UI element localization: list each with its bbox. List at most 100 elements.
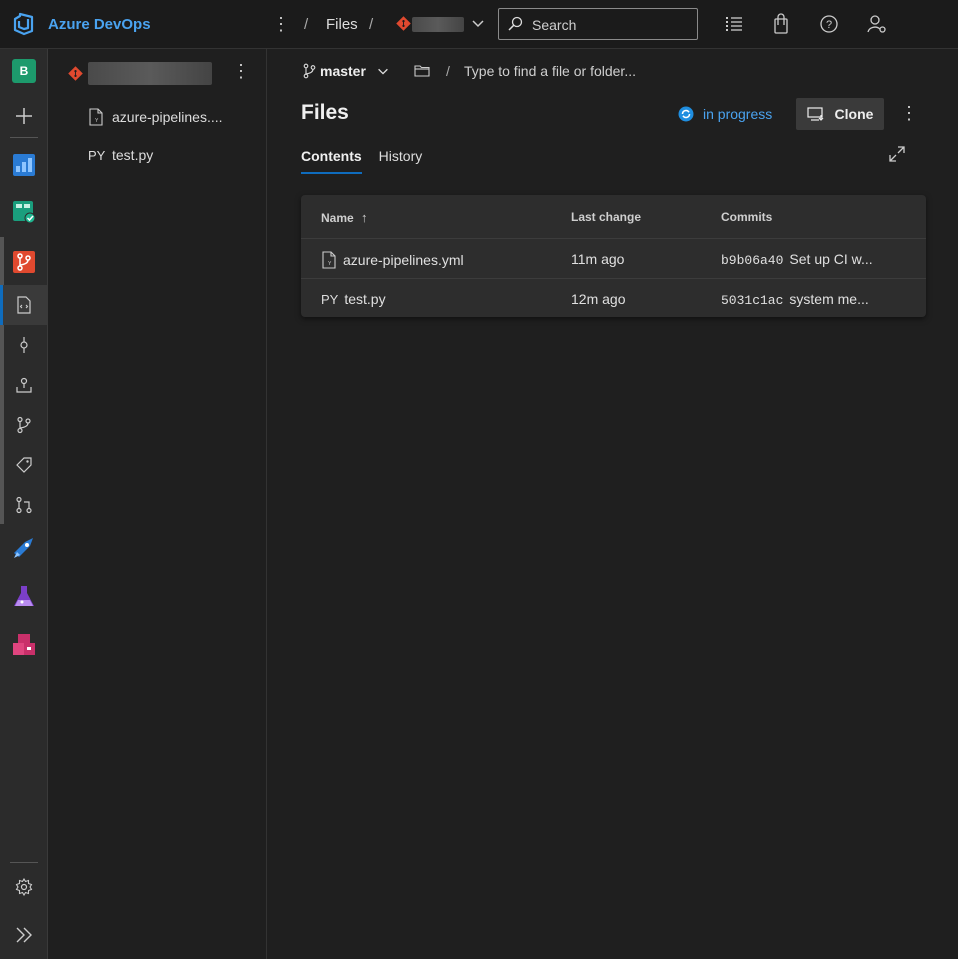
tab-bar: Contents History: [301, 148, 439, 174]
file-code-icon: [17, 296, 31, 314]
rail-divider: [10, 862, 38, 863]
clone-button[interactable]: Clone: [796, 98, 884, 130]
repo-name-redacted[interactable]: [88, 62, 212, 85]
project-initial: B: [12, 59, 36, 83]
file-tree-panel: ⋮ Y azure-pipelines.... PY test.py: [48, 49, 267, 959]
nav-tags[interactable]: [0, 445, 48, 485]
brand-name[interactable]: Azure DevOps: [48, 16, 151, 33]
top-bar: Azure DevOps ⋮ / Files / Search ?: [0, 0, 958, 49]
pipelines-icon: [14, 538, 33, 558]
git-repo-icon: [68, 66, 83, 81]
tree-item-label: test.py: [112, 147, 154, 163]
commit-message: Set up CI w...: [789, 251, 873, 267]
repo-name-redacted[interactable]: [412, 17, 464, 32]
artifacts-icon: [13, 634, 35, 655]
path-separator: /: [446, 63, 450, 79]
nav-artifacts[interactable]: [0, 625, 48, 665]
breadcrumb-more-icon[interactable]: ⋮: [272, 12, 290, 36]
commit-cell[interactable]: 5031c1ac system me...: [721, 291, 911, 308]
nav-pushes[interactable]: [0, 365, 48, 405]
azure-devops-logo-icon[interactable]: [12, 12, 36, 36]
column-name-label: Name: [321, 211, 354, 225]
nav-pull-requests[interactable]: [0, 485, 48, 525]
breadcrumb-files[interactable]: Files: [326, 16, 358, 33]
file-name: azure-pipelines.yml: [343, 252, 464, 268]
commit-hash[interactable]: b9b06a40: [721, 253, 783, 268]
fullscreen-expand-icon[interactable]: [888, 145, 906, 163]
rail-divider: [10, 137, 38, 138]
branch-selector[interactable]: master: [302, 63, 390, 79]
file-name-cell[interactable]: PY test.py: [321, 291, 386, 307]
overview-icon: [13, 154, 35, 176]
push-icon: [16, 377, 32, 393]
files-table: Name ↑ Last change Commits Y azure-pipel…: [301, 195, 926, 317]
tab-history[interactable]: History: [379, 148, 423, 174]
commit-hash[interactable]: 5031c1ac: [721, 293, 783, 308]
last-change-cell: 12m ago: [571, 291, 626, 307]
commit-cell[interactable]: b9b06a40 Set up CI w...: [721, 251, 911, 268]
nav-test-plans[interactable]: [0, 577, 48, 617]
table-row[interactable]: PY test.py 12m ago 5031c1ac system me...: [301, 280, 926, 319]
page-title: Files: [301, 101, 349, 124]
marketplace-bag-icon[interactable]: [770, 13, 792, 35]
project-avatar[interactable]: B: [0, 51, 48, 91]
yaml-file-icon: Y: [321, 251, 337, 269]
repo-more-icon[interactable]: ⋮: [232, 61, 250, 82]
python-file-icon: PY: [321, 291, 339, 307]
table-row[interactable]: Y azure-pipelines.yml 11m ago b9b06a40 Se…: [301, 240, 926, 279]
expand-rail-button[interactable]: [0, 915, 48, 955]
repos-icon: [13, 251, 35, 273]
gear-icon: [15, 878, 33, 896]
yaml-file-icon: Y: [88, 108, 108, 126]
pipeline-status[interactable]: in progress: [678, 106, 772, 122]
svg-text:?: ?: [826, 19, 832, 31]
branch-icon: [303, 63, 316, 79]
in-progress-icon: [678, 106, 694, 122]
tag-icon: [16, 457, 32, 473]
main-content: master / Type to find a file or folder..…: [268, 49, 958, 959]
column-header-commits[interactable]: Commits: [721, 210, 772, 224]
boards-icon: [13, 201, 36, 224]
commit-message: system me...: [789, 291, 869, 307]
column-header-last-change[interactable]: Last change: [571, 210, 641, 224]
double-chevron-right-icon: [16, 927, 32, 943]
last-change-cell: 11m ago: [571, 251, 625, 267]
clone-label: Clone: [834, 106, 874, 122]
file-name-cell[interactable]: Y azure-pipelines.yml: [321, 251, 464, 269]
branch-icon: [17, 416, 31, 434]
nav-boards[interactable]: [0, 192, 48, 232]
new-item-button[interactable]: [0, 96, 48, 136]
plus-icon: [16, 108, 32, 124]
project-settings-button[interactable]: [0, 867, 48, 907]
git-repo-icon: [396, 16, 411, 31]
left-nav-rail: B: [0, 49, 48, 959]
search-placeholder: Search: [532, 17, 577, 33]
more-actions-icon[interactable]: ⋮: [900, 103, 918, 124]
user-settings-icon[interactable]: [866, 13, 888, 35]
breadcrumb-separator: /: [304, 16, 309, 33]
sort-ascending-icon: ↑: [361, 210, 368, 225]
file-name: test.py: [344, 291, 386, 307]
task-list-icon[interactable]: [723, 13, 745, 35]
nav-overview[interactable]: [0, 145, 48, 185]
file-path-search-input[interactable]: Type to find a file or folder...: [464, 63, 636, 79]
nav-branches[interactable]: [0, 405, 48, 445]
breadcrumb-separator: /: [369, 16, 374, 33]
commit-icon: [20, 337, 28, 353]
tree-item-yaml[interactable]: Y azure-pipelines....: [88, 106, 223, 128]
column-header-name[interactable]: Name ↑: [321, 210, 368, 225]
pull-request-icon: [16, 496, 32, 514]
search-box[interactable]: Search: [498, 8, 698, 40]
nav-files[interactable]: [0, 285, 48, 325]
help-icon[interactable]: ?: [818, 13, 840, 35]
python-file-icon: PY: [88, 147, 106, 163]
folder-icon[interactable]: [414, 64, 430, 78]
chevron-down-icon[interactable]: [470, 14, 486, 32]
tree-item-python[interactable]: PY test.py: [88, 144, 153, 166]
nav-repos[interactable]: [0, 242, 48, 282]
tab-contents[interactable]: Contents: [301, 148, 362, 174]
svg-text:Y: Y: [95, 118, 99, 124]
chevron-down-icon: [378, 68, 388, 75]
nav-pipelines[interactable]: [0, 528, 48, 568]
nav-commits[interactable]: [0, 325, 48, 365]
